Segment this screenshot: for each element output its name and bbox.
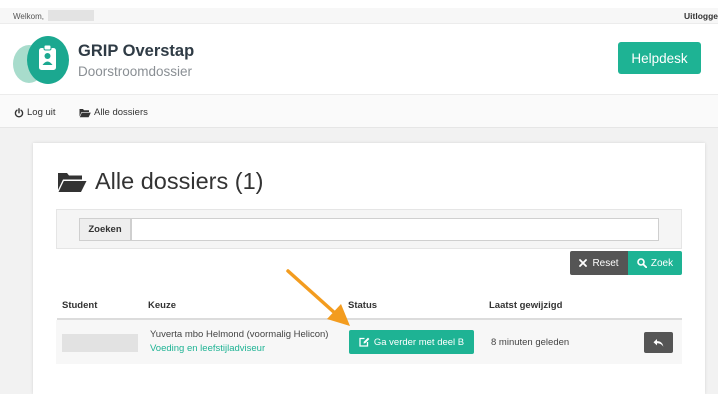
- page-title-text: Alle dossiers (1): [95, 168, 264, 194]
- reply-icon: [653, 338, 664, 347]
- nav-bar: Log uit Alle dossiers: [0, 94, 718, 128]
- edit-icon: [359, 337, 370, 347]
- column-header-student: Student: [62, 300, 98, 311]
- nav-all-dossiers[interactable]: Alle dossiers: [79, 107, 148, 118]
- search-button-label: Zoek: [650, 257, 674, 269]
- last-modified: 8 minuten geleden: [491, 337, 570, 348]
- app-subtitle: Doorstroomdossier: [78, 64, 193, 79]
- keuze-opleiding: Voeding en leefstijladviseur: [150, 343, 266, 354]
- reset-button[interactable]: Reset: [570, 251, 628, 275]
- search-button[interactable]: Zoek: [628, 251, 682, 275]
- column-header-keuze: Keuze: [148, 300, 176, 311]
- nav-logout-label: Log uit: [27, 107, 56, 118]
- helpdesk-button[interactable]: Helpdesk: [618, 42, 701, 74]
- search-label: Zoeken: [79, 218, 131, 241]
- student-name-redacted: [62, 334, 138, 352]
- keuze-school: Yuverta mbo Helmond (voormalig Helicon): [150, 329, 329, 340]
- search-input[interactable]: [131, 218, 659, 241]
- folder-open-icon: [79, 108, 91, 117]
- username-redacted: [48, 10, 94, 21]
- return-button[interactable]: [644, 332, 673, 353]
- arrow-annotation-icon: [286, 269, 350, 326]
- search-icon: [637, 258, 647, 268]
- app-title: GRIP Overstap: [78, 42, 195, 60]
- status-button-label: Ga verder met deel B: [373, 336, 465, 348]
- nav-logout[interactable]: Log uit: [14, 107, 56, 118]
- header: GRIP Overstap Doorstroomdossier Helpdesk: [0, 24, 718, 94]
- logout-link-top[interactable]: Uitlogge: [684, 11, 718, 21]
- power-icon: [14, 107, 24, 117]
- page-title: Alle dossiers (1): [57, 168, 263, 195]
- top-bar: Welkom, Uitlogge: [0, 8, 718, 24]
- nav-all-dossiers-label: Alle dossiers: [94, 107, 148, 118]
- times-icon: [579, 259, 588, 267]
- reset-button-label: Reset: [592, 257, 619, 269]
- app-logo-icon: [13, 36, 69, 84]
- column-header-modified: Laatst gewijzigd: [489, 300, 563, 311]
- welcome-text: Welkom,: [13, 12, 44, 21]
- folder-open-icon: [58, 172, 87, 192]
- continue-part-b-button[interactable]: Ga verder met deel B: [349, 330, 474, 354]
